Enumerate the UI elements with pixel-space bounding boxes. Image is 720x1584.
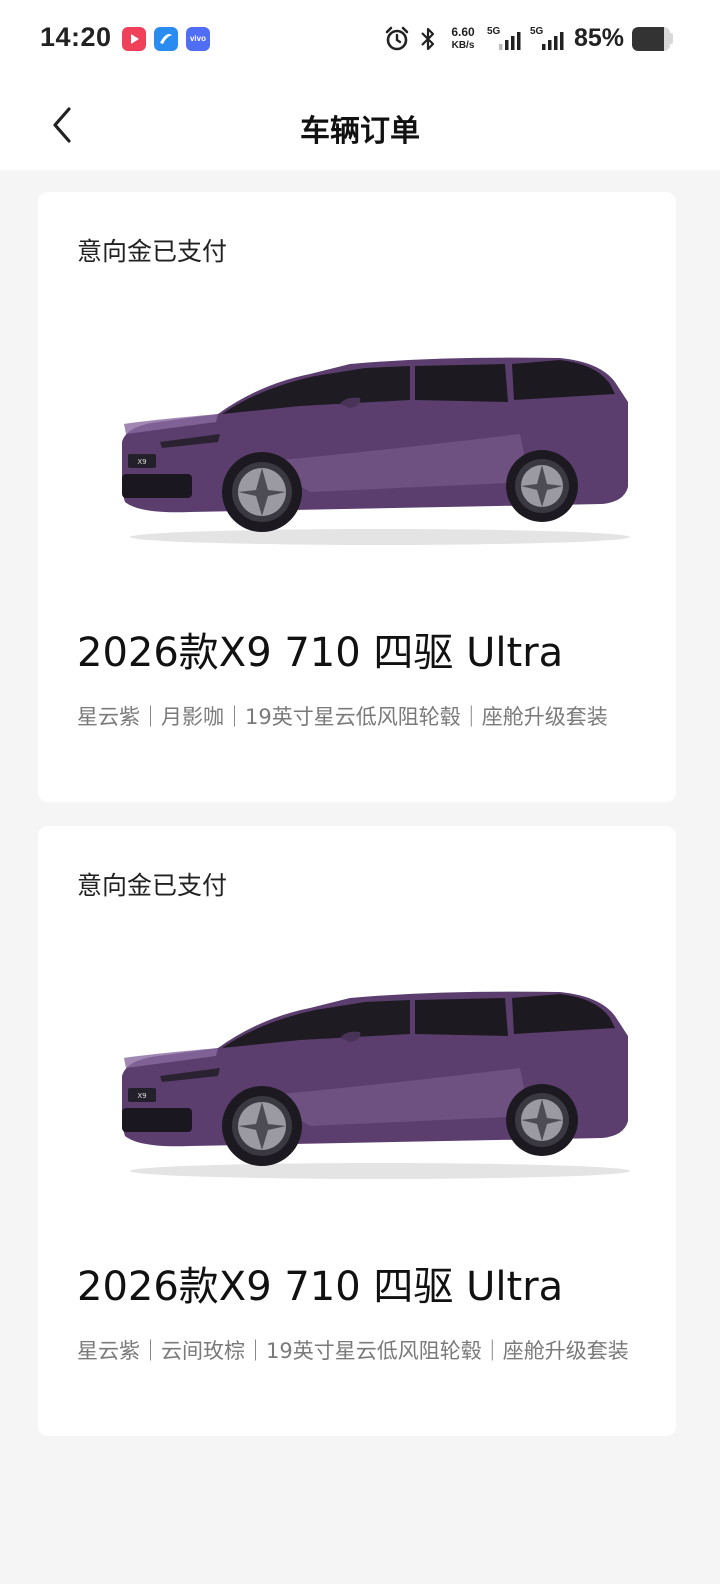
order-specs: 星云紫｜月影咖｜19英寸星云低风阻轮毂｜座舱升级套装 [77, 705, 608, 729]
network-speed-unit: KB/s [451, 40, 475, 51]
vivo-icon-label: vivo [189, 34, 206, 43]
battery-level [632, 27, 665, 51]
car-image: X9 [122, 991, 630, 1179]
order-list: 意向金已支付 X9 2026款X9 710 四驱 Ultra 星云紫｜月影咖｜1… [38, 192, 676, 1460]
signal-2-icon [540, 26, 566, 56]
battery-percent: 85% [574, 24, 625, 52]
status-bar: 14:20 vivo 6.60 KB/s 5G 5G 85% [0, 0, 720, 80]
car-image: X9 [122, 357, 630, 545]
network-speed-value: 6.60 [451, 25, 475, 39]
video-app-icon [122, 27, 146, 51]
status-time: 14:20 [40, 22, 112, 52]
nav-bar: 车辆订单 [0, 80, 720, 170]
order-title: 2026款X9 710 四驱 Ultra [77, 630, 564, 676]
bluetooth-icon [418, 26, 438, 56]
order-card[interactable]: 意向金已支付 X9 2026款X9 710 四驱 Ultra 星云紫｜云间玫棕｜… [38, 826, 676, 1436]
alarm-icon [384, 26, 410, 56]
svg-text:X9: X9 [137, 458, 146, 466]
page-title: 车辆订单 [300, 114, 420, 149]
order-status: 意向金已支付 [77, 871, 228, 900]
battery-icon [632, 27, 670, 51]
browser-app-icon [154, 27, 178, 51]
vivo-app-icon: vivo [186, 27, 210, 51]
svg-text:X9: X9 [137, 1092, 146, 1100]
order-card[interactable]: 意向金已支付 X9 2026款X9 710 四驱 Ultra 星云紫｜月影咖｜1… [38, 192, 676, 802]
order-specs: 星云紫｜云间玫棕｜19英寸星云低风阻轮毂｜座舱升级套装 [77, 1339, 629, 1363]
signal-1-icon [497, 26, 523, 56]
order-title: 2026款X9 710 四驱 Ultra [77, 1264, 564, 1310]
order-status: 意向金已支付 [77, 237, 228, 266]
battery-tip [670, 33, 673, 44]
network-speed: 6.60 KB/s [446, 25, 480, 53]
